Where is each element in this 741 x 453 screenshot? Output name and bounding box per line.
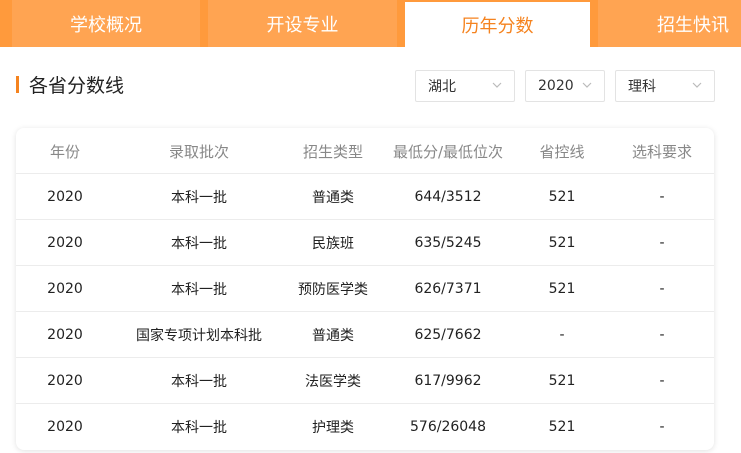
tab-majors[interactable]: 开设专业 [208, 0, 397, 47]
table-row: 2020 本科一批 护理类 576/26048 521 - [16, 404, 714, 450]
table-row: 2020 本科一批 法医学类 617/9962 521 - [16, 358, 714, 404]
tab-school-overview[interactable]: 学校概况 [12, 0, 200, 47]
cell-enrollment-type: 普通类 [312, 190, 354, 206]
cell-batch: 本科一批 [171, 374, 227, 390]
tab-historical-scores[interactable]: 历年分数 [405, 0, 590, 47]
cell-batch: 本科一批 [171, 282, 227, 298]
cell-batch: 国家专项计划本科批 [136, 328, 262, 344]
province-select[interactable]: 湖北 [415, 70, 515, 102]
header-min-score-rank: 最低分/最低位次 [392, 142, 504, 161]
cell-year: 2020 [47, 281, 83, 297]
cell-control-line: 521 [548, 189, 576, 205]
section-title: 各省分数线 [29, 74, 125, 97]
cell-year: 2020 [47, 419, 83, 435]
cell-enrollment-type: 法医学类 [305, 374, 361, 390]
cell-control-line: 521 [548, 281, 576, 297]
cell-min-score-rank: 617/9962 [414, 373, 482, 389]
table-header-row: 年份 录取批次 招生类型 最低分/最低位次 省控线 选科要求 [16, 128, 714, 174]
cell-min-score-rank: 635/5245 [414, 235, 482, 251]
cell-min-score-rank: 576/26048 [410, 419, 486, 435]
header-batch: 录取批次 [168, 142, 229, 161]
cell-subject-requirement: - [659, 281, 665, 297]
chevron-down-icon [582, 82, 592, 88]
cell-subject-requirement: - [659, 327, 665, 343]
section-header: 各省分数线 [16, 72, 125, 97]
cell-subject-requirement: - [659, 419, 665, 435]
table-row: 2020 本科一批 预防医学类 626/7371 521 - [16, 266, 714, 312]
cell-subject-requirement: - [659, 373, 665, 389]
chevron-down-icon [492, 82, 502, 88]
header-enrollment-type: 招生类型 [302, 142, 363, 161]
cell-control-line: 521 [548, 235, 576, 251]
cell-min-score-rank: 625/7662 [414, 327, 482, 343]
cell-enrollment-type: 普通类 [312, 328, 354, 344]
cell-batch: 本科一批 [171, 420, 227, 436]
section-accent-bar [16, 75, 19, 93]
tab-admission-news[interactable]: 招生快讯 [598, 0, 741, 47]
cell-min-score-rank: 626/7371 [414, 281, 482, 297]
cell-min-score-rank: 644/3512 [414, 189, 482, 205]
header-year: 年份 [49, 142, 80, 161]
score-table: 年份 录取批次 招生类型 最低分/最低位次 省控线 选科要求 2020 本科一批… [16, 128, 714, 450]
cell-control-line: 521 [548, 373, 576, 389]
cell-enrollment-type: 民族班 [312, 236, 354, 252]
year-select[interactable]: 2020 [525, 70, 605, 102]
subject-select[interactable]: 理科 [615, 70, 715, 102]
year-select-value: 2020 [538, 78, 574, 94]
cell-batch: 本科一批 [171, 190, 227, 206]
header-control-line: 省控线 [539, 142, 585, 161]
province-select-value: 湖北 [428, 79, 456, 95]
subject-select-value: 理科 [628, 79, 656, 95]
cell-subject-requirement: - [659, 189, 665, 205]
cell-enrollment-type: 护理类 [312, 420, 354, 436]
cell-control-line: - [559, 327, 565, 343]
chevron-down-icon [692, 82, 702, 88]
cell-year: 2020 [47, 327, 83, 343]
cell-control-line: 521 [548, 419, 576, 435]
cell-subject-requirement: - [659, 235, 665, 251]
header-subject-requirement: 选科要求 [631, 142, 692, 161]
cell-enrollment-type: 预防医学类 [298, 282, 368, 298]
cell-year: 2020 [47, 235, 83, 251]
cell-year: 2020 [47, 373, 83, 389]
tab-bar: 学校概况 开设专业 历年分数 招生快讯 [0, 0, 741, 47]
cell-batch: 本科一批 [171, 236, 227, 252]
table-row: 2020 本科一批 民族班 635/5245 521 - [16, 220, 714, 266]
cell-year: 2020 [47, 189, 83, 205]
table-row: 2020 本科一批 普通类 644/3512 521 - [16, 174, 714, 220]
table-row: 2020 国家专项计划本科批 普通类 625/7662 - - [16, 312, 714, 358]
